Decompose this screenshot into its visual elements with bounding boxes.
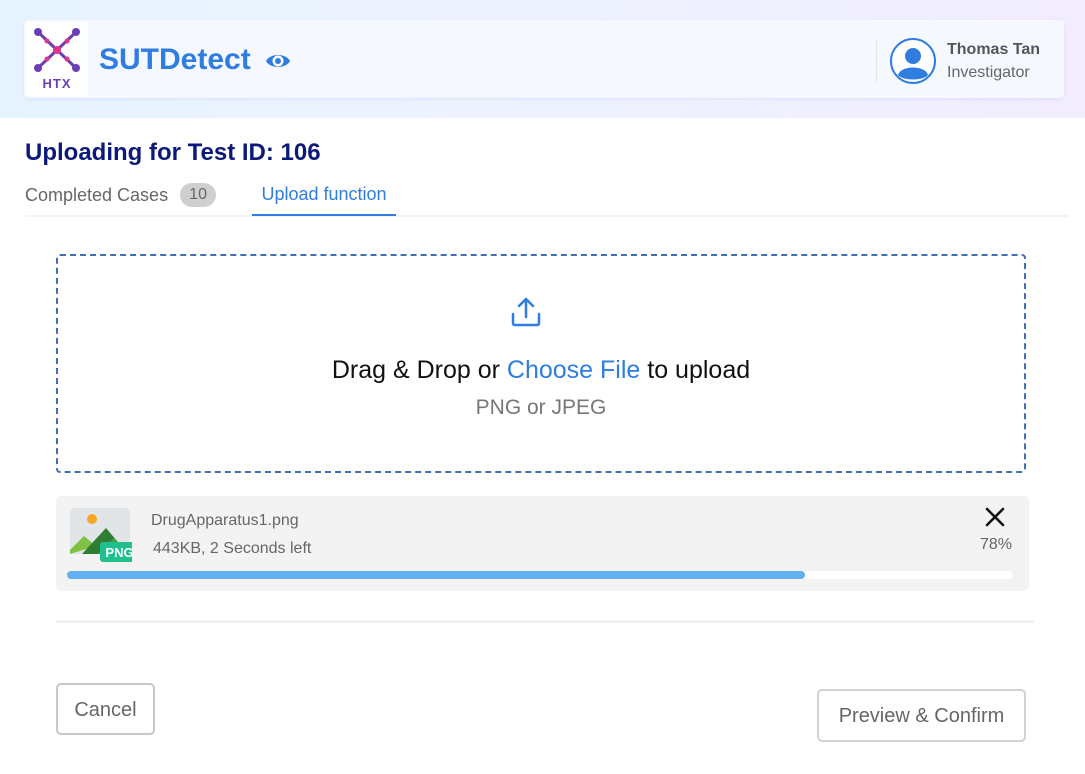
app-title: SUTDetect xyxy=(99,43,251,76)
cancel-button[interactable]: Cancel xyxy=(56,683,155,735)
progress-bar xyxy=(67,571,1013,579)
active-tab-indicator xyxy=(252,214,396,216)
tab-bar-divider xyxy=(25,215,1068,217)
progress-bar-fill xyxy=(67,571,805,579)
htx-logo[interactable]: HTX xyxy=(26,22,88,96)
tab-completed-cases[interactable]: Completed Cases 10 xyxy=(25,183,217,207)
user-role: Investigator xyxy=(947,64,1030,81)
close-icon[interactable] xyxy=(984,506,1006,528)
file-name: DrugApparatus1.png xyxy=(151,512,299,529)
tab-upload-function[interactable]: Upload function xyxy=(252,184,396,216)
file-type-badge: PNG xyxy=(105,545,132,560)
dropzone-suffix: to upload xyxy=(640,356,751,384)
eye-icon xyxy=(266,55,290,67)
htx-logo-mark-icon xyxy=(34,28,80,72)
preview-confirm-button[interactable]: Preview & Confirm xyxy=(817,689,1026,742)
user-name: Thomas Tan xyxy=(947,41,1041,58)
section-divider xyxy=(56,620,1034,623)
completed-count-badge: 10 xyxy=(180,183,217,207)
choose-file-link[interactable]: Choose File xyxy=(507,356,640,384)
user-avatar-icon[interactable] xyxy=(889,37,937,85)
upload-icon xyxy=(511,297,541,327)
file-size-time-left: 443KB, 2 Seconds left xyxy=(153,540,312,557)
dropzone-instruction: Drag & Drop or Choose File to upload xyxy=(58,356,1024,385)
header-divider xyxy=(876,40,877,82)
accepted-formats-hint: PNG or JPEG xyxy=(475,396,607,419)
upload-item: PNG DrugApparatus1.png 443KB, 2 Seconds … xyxy=(56,496,1029,591)
file-dropzone[interactable]: Drag & Drop or Choose File to upload PNG… xyxy=(56,254,1026,473)
tab-upload-function-label: Upload function xyxy=(261,184,387,204)
tab-completed-cases-label: Completed Cases xyxy=(25,184,169,205)
image-file-icon: PNG xyxy=(70,508,132,562)
dropzone-prefix: Drag & Drop or xyxy=(331,356,507,384)
upload-percent: 78% xyxy=(979,536,1012,553)
page-title: Uploading for Test ID: 106 xyxy=(25,139,321,166)
logo-text: HTX xyxy=(42,76,72,91)
